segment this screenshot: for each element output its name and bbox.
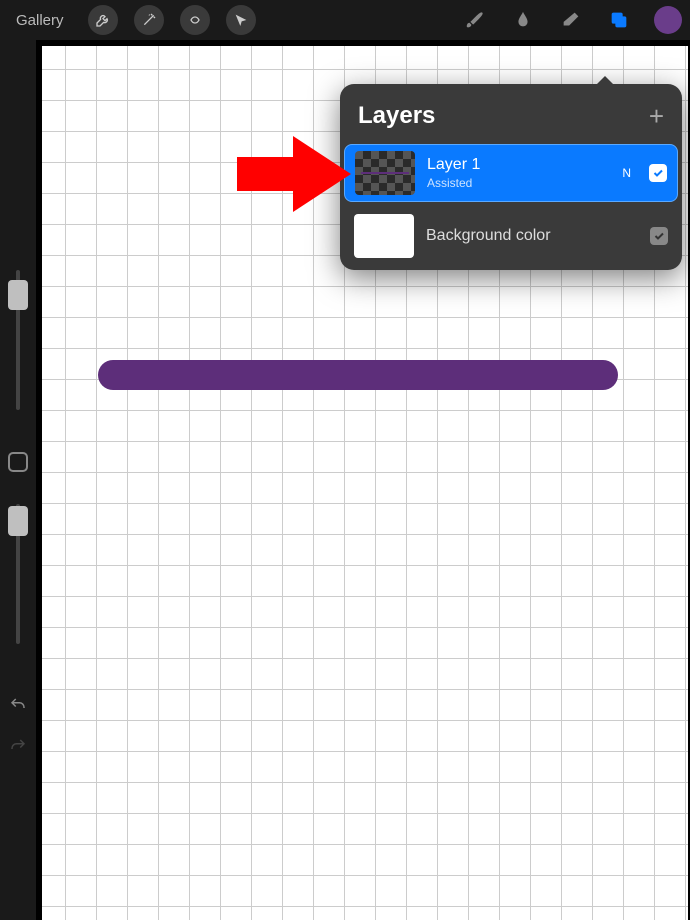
layer-preview-stroke — [361, 172, 409, 174]
selection-icon[interactable] — [180, 5, 210, 35]
brush-size-thumb[interactable] — [8, 280, 28, 310]
left-tool-group — [88, 5, 256, 35]
layer-subtitle-label: Assisted — [427, 176, 610, 190]
layer-row-background[interactable]: Background color — [340, 206, 682, 270]
undo-redo-group — [9, 696, 27, 760]
layers-panel: Layers + Layer 1 Assisted N Background c… — [340, 84, 682, 270]
layers-title: Layers — [358, 102, 435, 130]
background-text-group: Background color — [426, 227, 638, 245]
opacity-slider[interactable] — [16, 504, 20, 644]
eraser-icon[interactable] — [558, 7, 584, 33]
add-layer-icon[interactable]: + — [649, 103, 664, 129]
brush-icon[interactable] — [462, 7, 488, 33]
opacity-thumb[interactable] — [8, 506, 28, 536]
smudge-icon[interactable] — [510, 7, 536, 33]
top-toolbar: Gallery — [0, 0, 690, 40]
move-icon[interactable] — [226, 5, 256, 35]
blend-mode-letter[interactable]: N — [622, 166, 631, 180]
layers-header: Layers + — [340, 84, 682, 144]
undo-icon[interactable] — [9, 696, 27, 719]
brush-size-slider[interactable] — [16, 270, 20, 410]
drawn-stroke — [98, 360, 618, 390]
workspace: Layers + Layer 1 Assisted N Background c… — [0, 40, 690, 920]
background-thumbnail[interactable] — [354, 214, 414, 258]
layers-icon[interactable] — [606, 7, 632, 33]
wrench-icon[interactable] — [88, 5, 118, 35]
background-name-label: Background color — [426, 227, 638, 245]
redo-icon[interactable] — [9, 737, 27, 760]
visibility-checkbox[interactable] — [649, 164, 667, 182]
modify-button[interactable] — [8, 452, 28, 472]
left-sidebar — [0, 40, 36, 920]
layer-text-group: Layer 1 Assisted — [427, 156, 610, 190]
color-picker-swatch[interactable] — [654, 6, 682, 34]
right-tool-group — [462, 6, 682, 34]
background-visibility-checkbox[interactable] — [650, 227, 668, 245]
layer-thumbnail[interactable] — [355, 151, 415, 195]
layer-row-selected[interactable]: Layer 1 Assisted N — [344, 144, 678, 202]
layer-name-label: Layer 1 — [427, 156, 610, 174]
gallery-button[interactable]: Gallery — [8, 12, 72, 29]
wand-icon[interactable] — [134, 5, 164, 35]
